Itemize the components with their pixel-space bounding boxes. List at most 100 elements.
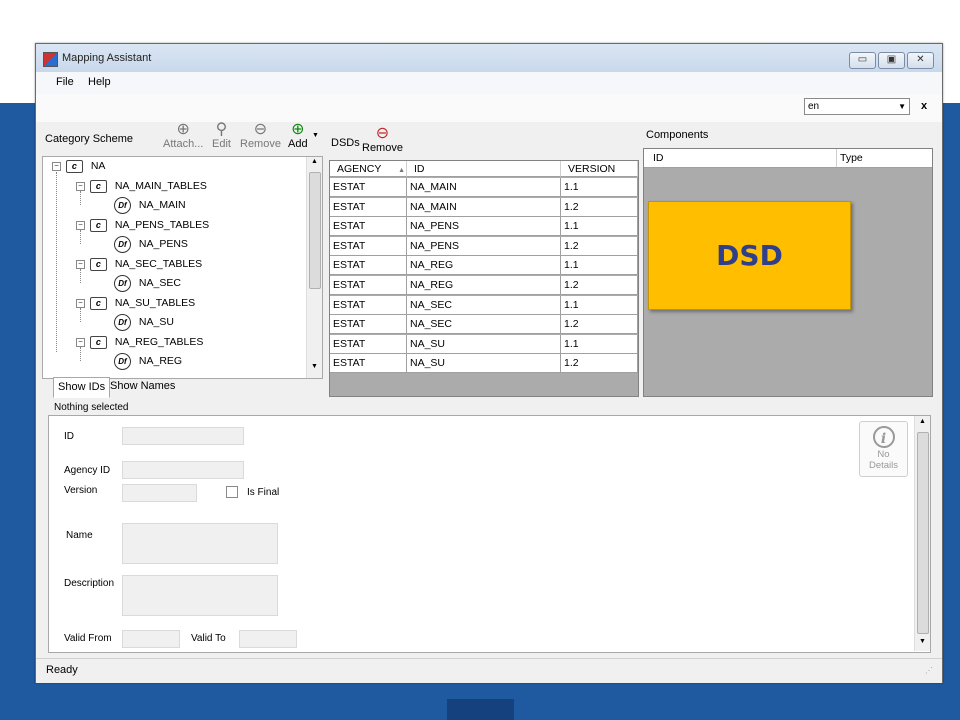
menu-help[interactable]: Help — [88, 76, 111, 88]
details-scrollbar-thumb[interactable] — [917, 432, 929, 634]
collapse-icon[interactable]: − — [76, 259, 85, 269]
category-tree: − c NA − c NA_MAIN_TABLES Df NA_MAIN − c… — [42, 156, 323, 379]
tree-node-label: NA_SU_TABLES — [114, 297, 196, 309]
tree-scrollbar[interactable]: ▲ ▼ — [306, 157, 322, 378]
tree-node-na-sec[interactable]: Df NA_SEC — [114, 274, 181, 293]
version-field[interactable] — [122, 484, 197, 502]
id-field[interactable] — [122, 427, 244, 445]
no-details-button[interactable]: i No Details — [859, 421, 908, 477]
agency-cell: ESTAT — [330, 334, 407, 354]
tree-node-na-reg[interactable]: Df NA_REG — [114, 352, 182, 371]
collapse-icon[interactable]: − — [76, 298, 85, 308]
tree-node-na-su[interactable]: Df NA_SU — [114, 313, 174, 332]
status-text: Ready — [46, 664, 78, 676]
valid-to-field[interactable] — [239, 630, 297, 648]
components-title: Components — [646, 129, 709, 141]
chevron-down-icon: ▼ — [898, 102, 906, 111]
agency-cell: ESTAT — [330, 256, 407, 276]
tab-show-names[interactable]: Show Names — [106, 377, 179, 396]
remove-dsd-button[interactable]: ⊖ Remove — [362, 126, 403, 155]
tree-node-na-pens-tables[interactable]: − c NA_PENS_TABLES — [76, 216, 209, 235]
tree-node-na-main-tables[interactable]: − c NA_MAIN_TABLES — [76, 177, 207, 196]
tree-connector — [56, 172, 57, 352]
scroll-up-icon[interactable]: ▲ — [919, 418, 926, 425]
dataflow-icon: Df — [114, 313, 131, 331]
agency-cell: ESTAT — [330, 354, 407, 374]
tree-scrollbar-thumb[interactable] — [309, 172, 321, 289]
tree-node-na-sec-tables[interactable]: − c NA_SEC_TABLES — [76, 255, 202, 274]
add-dropdown-arrow-icon[interactable]: ▼ — [312, 132, 319, 139]
id-cell: NA_REG — [407, 276, 561, 295]
dataflow-icon: Df — [114, 352, 131, 370]
tree-node-label: NA — [90, 160, 106, 172]
scroll-down-icon[interactable]: ▼ — [919, 638, 926, 645]
info-icon: i — [872, 426, 895, 448]
valid-from-field[interactable] — [122, 630, 180, 648]
column-header-component-type[interactable]: Type — [840, 152, 863, 164]
id-cell: NA_PENS — [407, 217, 561, 237]
dataflow-icon: Df — [114, 274, 131, 292]
tab-show-ids[interactable]: Show IDs — [53, 377, 111, 398]
app-icon — [43, 52, 58, 67]
dsds-title: DSDs — [331, 137, 360, 149]
version-cell: 1.1 — [561, 178, 638, 197]
id-cell: NA_MAIN — [407, 197, 561, 217]
dsd-callout: DSD — [648, 201, 851, 310]
scroll-up-icon[interactable]: ▲ — [311, 158, 318, 165]
tree-node-na-reg-tables[interactable]: − c NA_REG_TABLES — [76, 333, 203, 352]
add-button[interactable]: ⊕ Add — [288, 122, 308, 151]
attach-label: Attach... — [163, 138, 204, 150]
collapse-icon[interactable]: − — [76, 337, 85, 347]
language-select[interactable]: en ▼ — [804, 98, 910, 115]
tree-node-na-su-tables[interactable]: − c NA_SU_TABLES — [76, 294, 195, 313]
description-label: Description — [64, 578, 115, 589]
is-final-label: Is Final — [247, 487, 280, 498]
agency-id-field[interactable] — [122, 461, 244, 479]
scroll-down-icon[interactable]: ▼ — [311, 363, 318, 370]
version-cell: 1.1 — [561, 334, 638, 354]
tree-node-na-pens[interactable]: Df NA_PENS — [114, 235, 188, 254]
column-header-version[interactable]: VERSION — [561, 161, 638, 177]
agency-cell: ESTAT — [330, 315, 407, 335]
name-field[interactable] — [122, 523, 278, 564]
is-final-checkbox[interactable] — [226, 486, 238, 498]
column-header-component-id[interactable]: ID — [653, 152, 664, 164]
tree-node-na[interactable]: − c NA — [52, 157, 105, 176]
description-field[interactable] — [122, 575, 278, 616]
minimize-button[interactable]: ▭ — [849, 52, 876, 69]
tree-node-label: NA_PENS — [138, 238, 188, 250]
close-button[interactable]: ✕ — [907, 52, 934, 69]
column-header-id[interactable]: ID — [407, 161, 561, 177]
collapse-icon[interactable]: − — [76, 220, 85, 230]
remove-category-label: Remove — [240, 138, 281, 150]
edit-button[interactable]: ⚲ Edit — [212, 121, 231, 151]
column-header-agency[interactable]: AGENCY ▲ — [330, 161, 407, 177]
collapse-icon[interactable]: − — [52, 161, 61, 171]
collapse-icon[interactable]: − — [76, 181, 85, 191]
resize-grip-icon[interactable]: ⋰ — [925, 666, 933, 675]
tree-node-label: NA_SEC_TABLES — [114, 258, 203, 270]
version-cell: 1.2 — [561, 197, 638, 217]
id-cell: NA_PENS — [407, 236, 561, 256]
tree-node-na-main[interactable]: Df NA_MAIN — [114, 196, 186, 215]
attach-plus-icon: ⊕ — [176, 121, 190, 138]
details-scrollbar[interactable]: ▲ ▼ — [914, 416, 930, 651]
mapping-assistant-window: Mapping Assistant ▭ ▣ ✕ File Help en ▼ x… — [35, 43, 943, 683]
valid-to-label: Valid To — [191, 633, 226, 644]
details-panel: ID Agency ID Version Is Final Name Descr… — [48, 415, 931, 653]
menu-file[interactable]: File — [56, 76, 74, 88]
maximize-button[interactable]: ▣ — [878, 52, 905, 69]
language-close-button[interactable]: x — [921, 100, 927, 112]
id-cell: NA_REG — [407, 256, 561, 276]
tree-node-label: NA_MAIN_TABLES — [114, 180, 207, 192]
id-label: ID — [64, 431, 74, 442]
agency-id-label: Agency ID — [64, 465, 111, 476]
attach-button[interactable]: ⊕ Attach... — [163, 121, 204, 151]
remove-category-button[interactable]: ⊖ Remove — [240, 122, 281, 151]
version-cell: 1.2 — [561, 236, 638, 256]
name-label: Name — [66, 530, 93, 541]
agency-cell: ESTAT — [330, 236, 407, 256]
magnifier-icon: ⚲ — [215, 121, 228, 138]
components-header: ID Type — [644, 149, 932, 168]
agency-cell: ESTAT — [330, 295, 407, 315]
